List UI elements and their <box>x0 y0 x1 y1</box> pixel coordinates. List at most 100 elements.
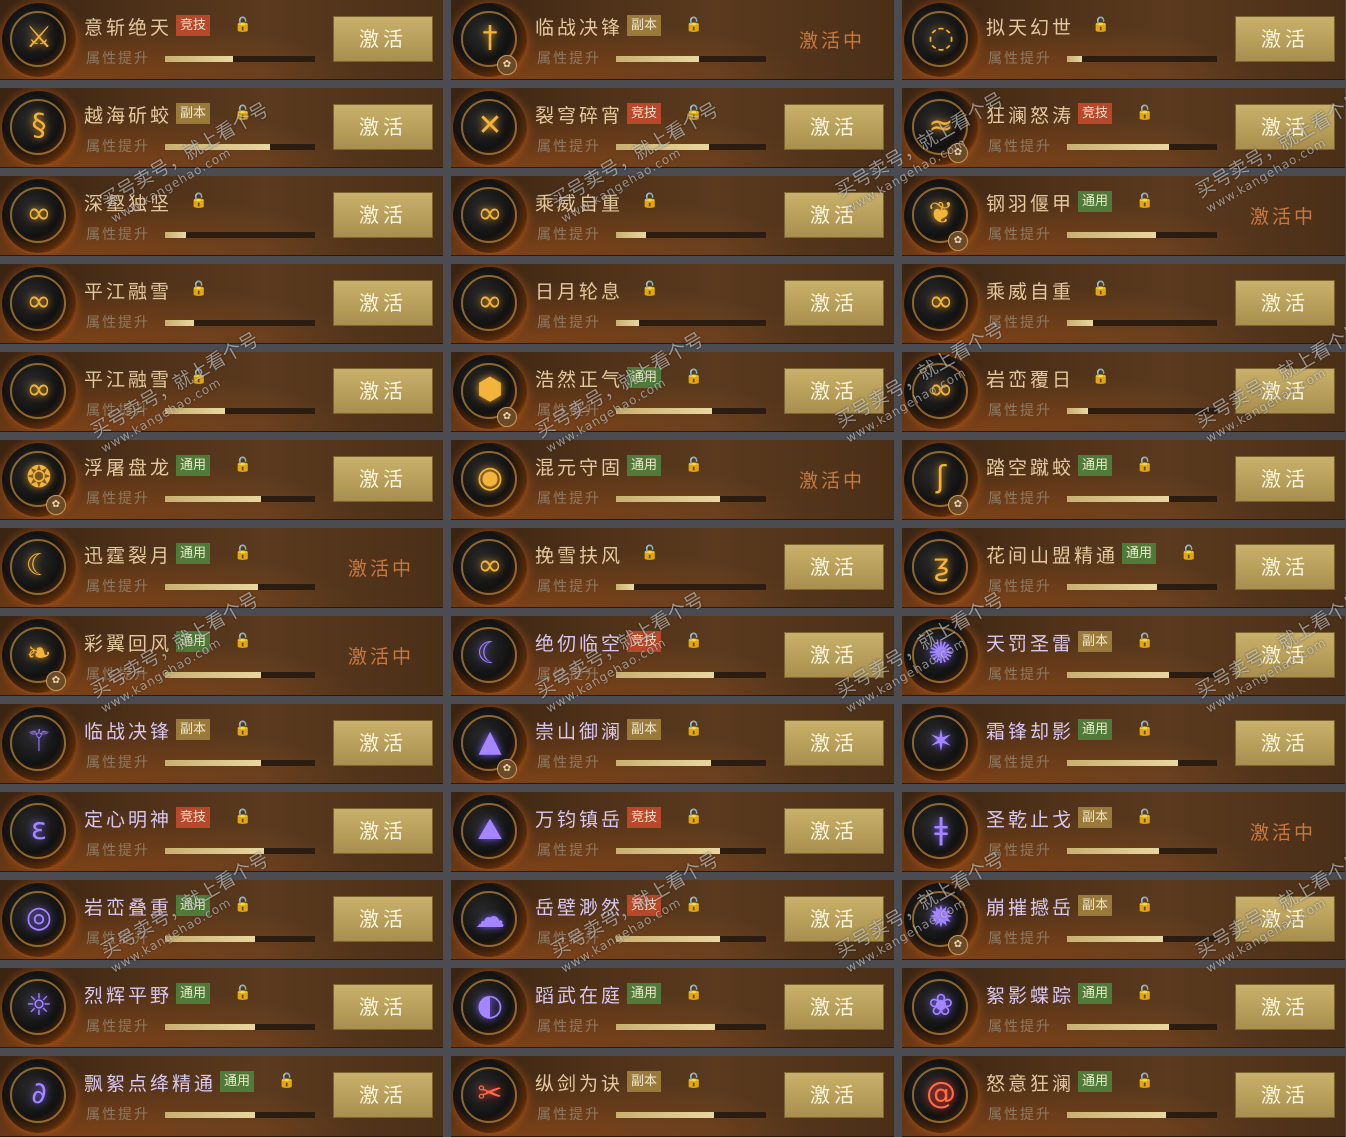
sword-icon: ⚚ <box>25 724 53 759</box>
activate-button[interactable]: 激活 <box>1235 104 1335 150</box>
talent-card: ∞ 挽雪扶风 🔓 属性提升 激活 <box>451 528 894 608</box>
activate-button[interactable]: 激活 <box>1235 720 1335 766</box>
activate-button[interactable]: 激活 <box>784 632 884 678</box>
activate-button[interactable]: 激活 <box>333 1072 433 1118</box>
talent-emblem: ⬢ ✿ <box>453 355 527 429</box>
progress-fill <box>1067 408 1088 414</box>
talent-name: 意斩绝天 <box>84 17 173 39</box>
activate-button[interactable]: 激活 <box>784 808 884 854</box>
activate-button[interactable]: 激活 <box>333 456 433 502</box>
attribute-label: 属性提升 <box>988 139 1052 155</box>
attribute-progress-bar <box>616 320 766 326</box>
attribute-label: 属性提升 <box>537 843 601 859</box>
talent-name: 临战决锋 <box>84 721 173 743</box>
activate-button[interactable]: 激活 <box>333 984 433 1030</box>
attribute-progress-bar <box>616 848 766 854</box>
activate-button[interactable]: 激活 <box>784 368 884 414</box>
attribute-progress-bar <box>616 936 766 942</box>
talent-emblem: ❦ ✿ <box>904 179 978 253</box>
activate-button[interactable]: 激活 <box>1235 1072 1335 1118</box>
active-status: 激活中 <box>799 30 866 52</box>
talent-card: ◉ 混元守固 通用 🔓 属性提升 激活中 <box>451 440 894 520</box>
activate-button[interactable]: 激活 <box>333 720 433 766</box>
lock-icon: 🔓 <box>234 17 252 33</box>
category-tag: 通用 <box>1078 191 1113 212</box>
progress-fill <box>165 1024 255 1030</box>
activate-button[interactable]: 激活 <box>784 1072 884 1118</box>
talent-name: 岩峦叠重 <box>84 897 173 919</box>
talent-emblem: ◉ <box>453 443 527 517</box>
category-tag: 竞技 <box>1078 103 1113 124</box>
flame-sword-icon: ⚔ <box>25 20 53 55</box>
activate-button[interactable]: 激活 <box>784 720 884 766</box>
activate-button[interactable]: 激活 <box>1235 368 1335 414</box>
talent-grid: ⚔ 意斩绝天 竞技 🔓 属性提升 激活 † ✿ 临战决锋 副本 🔓 属性提升 激活中 ◌ 拟天幻世 🔓 属性提升… <box>0 0 1346 1137</box>
talent-name: 越海斫蛟 <box>84 105 173 127</box>
crescent-icon: ☾ <box>476 636 504 671</box>
talent-name: 崩摧撼岳 <box>986 897 1075 919</box>
progress-fill <box>616 144 709 150</box>
attribute-progress-bar <box>165 584 315 590</box>
seal-badge-icon: ✿ <box>46 671 66 691</box>
activate-button[interactable]: 激活 <box>1235 456 1335 502</box>
activate-button[interactable]: 激活 <box>1235 280 1335 326</box>
activate-button[interactable]: 激活 <box>333 280 433 326</box>
activate-button[interactable]: 激活 <box>1235 896 1335 942</box>
attribute-progress-bar <box>1067 496 1217 502</box>
attribute-progress-bar <box>1067 144 1217 150</box>
seal-badge-icon: ✿ <box>948 495 968 515</box>
progress-fill <box>616 760 711 766</box>
activate-button[interactable]: 激活 <box>1235 544 1335 590</box>
attribute-label: 属性提升 <box>988 315 1052 331</box>
activate-button[interactable]: 激活 <box>333 16 433 62</box>
talent-emblem: ✕ <box>453 91 527 165</box>
activate-button[interactable]: 激活 <box>1235 16 1335 62</box>
active-status: 激活中 <box>348 646 415 668</box>
spiral-icon: @ <box>926 1076 956 1111</box>
activate-button[interactable]: 激活 <box>784 896 884 942</box>
activate-button[interactable]: 激活 <box>333 104 433 150</box>
activate-button[interactable]: 激活 <box>784 544 884 590</box>
talent-emblem: ❀ <box>904 971 978 1045</box>
lock-icon: 🔓 <box>1136 193 1154 209</box>
category-tag: 通用 <box>176 895 211 916</box>
active-status: 激活中 <box>1250 822 1317 844</box>
activate-button[interactable]: 激活 <box>333 192 433 238</box>
talent-emblem: ▲ ✿ <box>453 707 527 781</box>
activate-button[interactable]: 激活 <box>1235 632 1335 678</box>
progress-fill <box>165 496 261 502</box>
activate-button[interactable]: 激活 <box>784 984 884 1030</box>
attribute-progress-bar <box>1067 232 1217 238</box>
talent-name: 定心明神 <box>84 809 173 831</box>
talent-card: ∞ 平江融雪 🔓 属性提升 激活 <box>0 352 443 432</box>
talent-card: ☁ 岳壁渺然 竞技 🔓 属性提升 激活 <box>451 880 894 960</box>
activate-button[interactable]: 激活 <box>784 104 884 150</box>
activate-button[interactable]: 激活 <box>333 896 433 942</box>
orb-icon: ◉ <box>476 460 504 495</box>
attribute-progress-bar <box>1067 848 1217 854</box>
activate-button[interactable]: 激活 <box>784 192 884 238</box>
progress-fill <box>165 848 264 854</box>
lock-icon: 🔓 <box>641 193 659 209</box>
activate-button[interactable]: 激活 <box>784 280 884 326</box>
attribute-label: 属性提升 <box>988 667 1052 683</box>
category-tag: 通用 <box>220 1071 255 1092</box>
activate-button[interactable]: 激活 <box>333 808 433 854</box>
activate-button[interactable]: 激活 <box>333 368 433 414</box>
activate-button[interactable]: 激活 <box>1235 984 1335 1030</box>
attribute-label: 属性提升 <box>988 1107 1052 1123</box>
attribute-progress-bar <box>165 144 315 150</box>
attribute-label: 属性提升 <box>537 403 601 419</box>
attribute-progress-bar <box>1067 1112 1217 1118</box>
lock-icon: 🔓 <box>1136 721 1154 737</box>
talent-emblem: § <box>2 91 76 165</box>
dragon-icon: § <box>31 108 47 143</box>
category-tag: 竞技 <box>627 895 662 916</box>
talent-emblem: ☁ <box>453 883 527 957</box>
progress-fill <box>616 1112 714 1118</box>
blades-icon: ✂ <box>477 1076 503 1111</box>
talent-emblem: ☾ <box>453 619 527 693</box>
attribute-label: 属性提升 <box>86 667 150 683</box>
chain-icon: ∞ <box>477 196 503 231</box>
talent-card: ❀ 絮影蝶踪 通用 🔓 属性提升 激活 <box>902 968 1345 1048</box>
